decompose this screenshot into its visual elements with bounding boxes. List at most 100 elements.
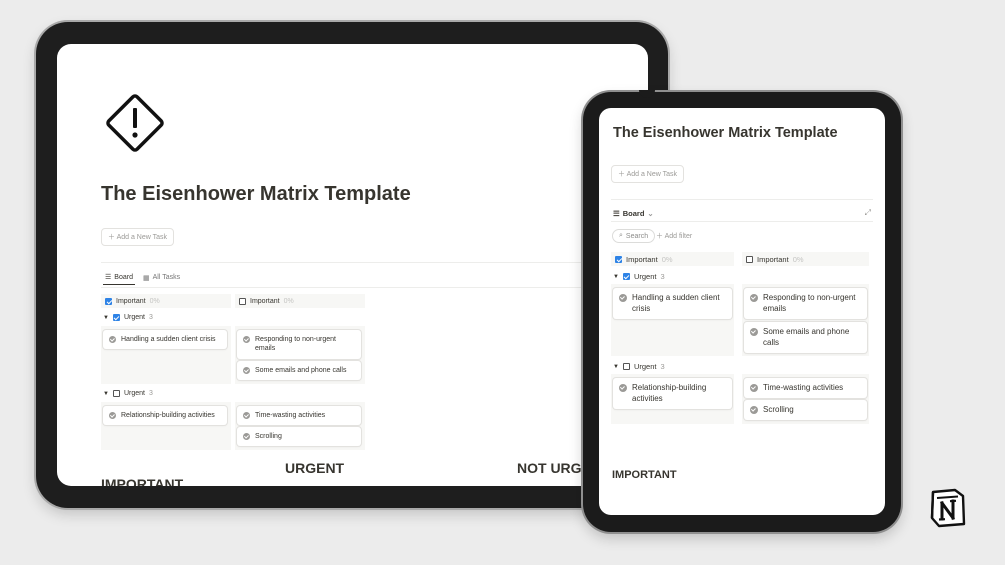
- add-task-button[interactable]: ＋ Add a New Task: [101, 228, 175, 246]
- tablet-large: The Eisenhower Matrix Template ＋ Add a N…: [36, 22, 668, 508]
- tablet-small-screen: The Eisenhower Matrix Template ＋ Add a N…: [599, 108, 885, 515]
- check-circle-icon: [619, 384, 627, 392]
- task-title: Responding to non-urgent emails: [255, 336, 336, 353]
- add-task-button[interactable]: ＋ Add a New Task: [611, 165, 685, 183]
- check-circle-icon: [750, 384, 758, 392]
- task-card[interactable]: Some emails and phone calls: [237, 361, 361, 381]
- group-count: 3: [148, 314, 153, 321]
- group-header[interactable]: ▼ Urgent 3: [103, 390, 153, 397]
- tablet-small: The Eisenhower Matrix Template ＋ Add a N…: [583, 90, 901, 532]
- checkbox-checked: [112, 314, 120, 321]
- column-header[interactable]: Important 0%: [742, 252, 869, 266]
- tab-all-tasks[interactable]: ▦ All Tasks: [141, 271, 182, 285]
- checkbox-unchecked: [112, 390, 120, 397]
- group-header[interactable]: ▼ Urgent 3: [103, 314, 153, 321]
- task-card[interactable]: Responding to non-urgent emails: [744, 288, 867, 319]
- task-title: Scrolling: [255, 433, 282, 440]
- task-card[interactable]: Time-wasting activities: [237, 406, 361, 426]
- divider: [101, 262, 648, 263]
- task-card[interactable]: Relationship-building activities: [103, 406, 227, 426]
- list-icon: ☰: [613, 209, 620, 218]
- divider: [611, 199, 873, 200]
- task-card[interactable]: Relationship-building activities: [613, 378, 732, 409]
- task-card[interactable]: Scrolling: [744, 400, 867, 420]
- column-count: 0%: [283, 297, 294, 305]
- task-card[interactable]: Scrolling: [237, 427, 361, 447]
- column-label: Important: [757, 254, 789, 264]
- column-header[interactable]: Important 0%: [235, 294, 365, 308]
- tab-board-label: Board: [622, 209, 645, 218]
- task-title: Handling a sudden client crisis: [632, 293, 720, 313]
- add-task-label: Add a New Task: [116, 234, 168, 241]
- not-urgent-heading: NOT URG: [517, 460, 582, 476]
- column-count: 0%: [792, 254, 804, 264]
- check-circle-icon: [619, 294, 627, 302]
- task-title: Time-wasting activities: [763, 383, 844, 392]
- tablet-camera: [639, 90, 655, 98]
- toggle-down-icon: ▼: [613, 363, 619, 370]
- check-circle-icon: [109, 412, 116, 419]
- column-header[interactable]: Important 0%: [101, 294, 231, 308]
- tab-board[interactable]: ☰ Board ⌄: [611, 206, 656, 221]
- divider: [611, 221, 873, 222]
- divider: [101, 287, 648, 288]
- chevron-down-icon: ⌄: [647, 209, 654, 218]
- warning-diamond-icon: [106, 94, 164, 152]
- checkbox-unchecked: [622, 363, 630, 370]
- task-title: Some emails and phone calls: [763, 327, 850, 347]
- checkbox-checked: [622, 273, 630, 280]
- task-card[interactable]: Some emails and phone calls: [744, 322, 867, 353]
- column-count: 0%: [149, 297, 160, 305]
- group-label: Urgent: [633, 362, 657, 371]
- task-title: Scrolling: [763, 405, 794, 414]
- list-icon: ☰: [105, 274, 112, 281]
- search-button[interactable]: ⌕ Search: [612, 229, 656, 243]
- expand-icon[interactable]: ⤢: [865, 208, 871, 218]
- task-title: Relationship-building activities: [632, 383, 707, 403]
- view-tabs: ☰ Board ⌄: [611, 206, 656, 221]
- search-label: Search: [625, 232, 649, 240]
- view-tabs: ☰ Board ▦ All Tasks: [103, 270, 182, 285]
- tab-all-tasks-label: All Tasks: [152, 274, 181, 281]
- toggle-down-icon: ▼: [613, 273, 619, 280]
- group-header[interactable]: ▼ Urgent 3: [613, 272, 665, 281]
- group-count: 3: [660, 362, 665, 371]
- task-card[interactable]: Handling a sudden client crisis: [103, 330, 227, 350]
- toggle-down-icon: ▼: [103, 390, 109, 397]
- task-card[interactable]: Responding to non-urgent emails: [237, 330, 361, 359]
- task-card[interactable]: Handling a sudden client crisis: [613, 288, 732, 319]
- column-label: Important: [626, 254, 658, 264]
- checkbox-checked: [105, 297, 112, 305]
- group-header[interactable]: ▼ Urgent 3: [613, 362, 665, 371]
- task-title: Responding to non-urgent emails: [763, 293, 856, 313]
- page-title: The Eisenhower Matrix Template: [613, 125, 838, 141]
- check-circle-icon: [243, 433, 250, 440]
- check-circle-icon: [243, 367, 250, 374]
- toggle-down-icon: ▼: [103, 314, 109, 321]
- tab-board[interactable]: ☰ Board: [103, 270, 135, 285]
- plus-icon: ＋: [618, 171, 625, 178]
- tab-board-label: Board: [114, 273, 133, 281]
- tablet-large-screen: The Eisenhower Matrix Template ＋ Add a N…: [57, 44, 648, 486]
- important-heading: IMPORTANT: [612, 469, 677, 481]
- add-filter-label: Add filter: [664, 233, 693, 240]
- add-task-label: Add a New Task: [626, 171, 678, 178]
- task-title: Relationship-building activities: [121, 412, 215, 419]
- column-label: Important: [250, 297, 280, 305]
- checkbox-checked: [615, 255, 622, 263]
- group-label: Urgent: [633, 272, 657, 281]
- task-title: Handling a sudden client crisis: [121, 336, 216, 343]
- urgent-heading: URGENT: [285, 460, 345, 476]
- check-circle-icon: [750, 294, 758, 302]
- notion-logo-icon: [930, 488, 966, 528]
- task-card[interactable]: Time-wasting activities: [744, 378, 867, 398]
- page-title: The Eisenhower Matrix Template: [101, 183, 411, 205]
- add-filter-button[interactable]: ＋ Add filter: [656, 231, 692, 241]
- column-count: 0%: [661, 254, 673, 264]
- check-circle-icon: [243, 336, 250, 343]
- task-title: Some emails and phone calls: [255, 367, 347, 374]
- group-count: 3: [660, 272, 665, 281]
- table-icon: ▦: [142, 274, 150, 282]
- check-circle-icon: [750, 406, 758, 414]
- column-header[interactable]: Important 0%: [611, 252, 734, 266]
